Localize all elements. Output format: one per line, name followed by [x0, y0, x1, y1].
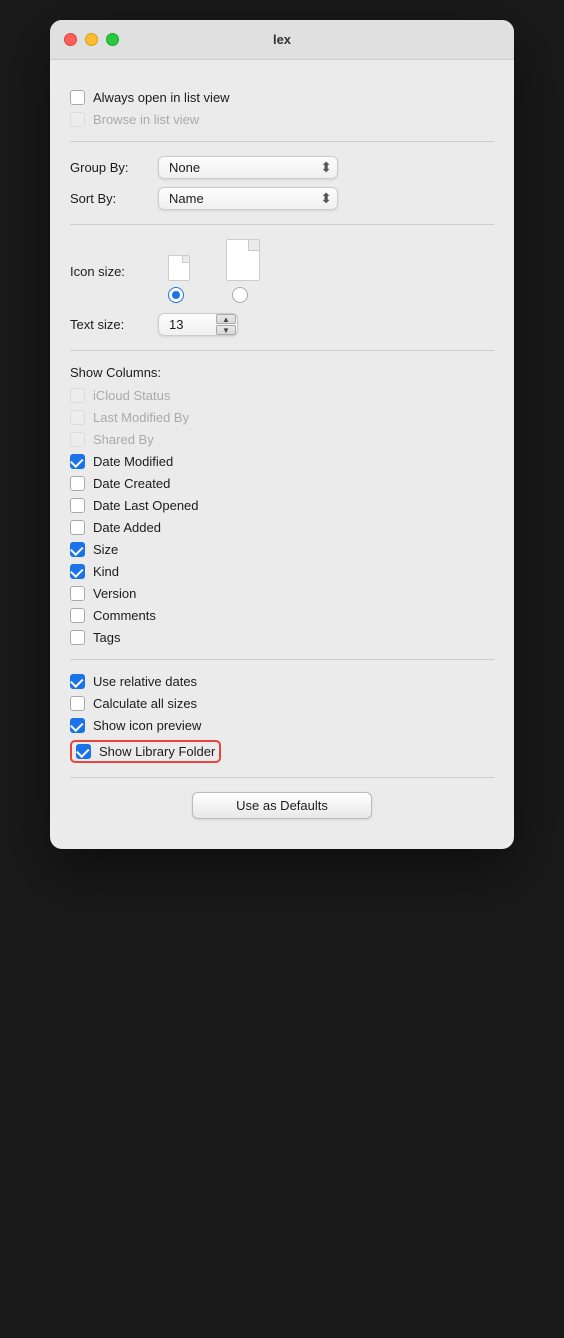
column-shared-by-checkbox[interactable]: [70, 432, 85, 447]
always-open-checkbox[interactable]: [70, 90, 85, 105]
option-use-relative-dates-checkbox[interactable]: [70, 674, 85, 689]
option-show-icon-preview-checkbox[interactable]: [70, 718, 85, 733]
option-calculate-all-sizes-checkbox[interactable]: [70, 696, 85, 711]
option-show-library-folder-highlighted: Show Library Folder: [70, 740, 221, 763]
option-show-library-folder-row: Show Library Folder: [70, 740, 494, 763]
text-size-increment-button[interactable]: ▲: [216, 314, 236, 324]
group-by-label: Group By:: [70, 160, 150, 175]
columns-section: Show Columns: iCloud Status Last Modifie…: [70, 351, 494, 660]
column-version-row: Version: [70, 586, 494, 601]
always-open-row: Always open in list view: [70, 90, 494, 105]
traffic-lights: [64, 33, 119, 46]
close-button[interactable]: [64, 33, 77, 46]
option-show-icon-preview-row: Show icon preview: [70, 718, 494, 733]
column-date-modified-label: Date Modified: [93, 454, 173, 469]
text-size-row: Text size: ▲ ▼: [70, 313, 494, 336]
show-columns-label: Show Columns:: [70, 365, 494, 380]
column-last-modified-by-checkbox[interactable]: [70, 410, 85, 425]
group-sort-section: Group By: None ⬍ Sort By: Name ⬍: [70, 142, 494, 225]
group-by-select[interactable]: None: [158, 156, 338, 179]
icon-size-section: Icon size: Text size:: [70, 225, 494, 351]
text-size-decrement-button[interactable]: ▼: [216, 325, 236, 335]
column-size-checkbox[interactable]: [70, 542, 85, 557]
browse-list-checkbox[interactable]: [70, 112, 85, 127]
window-title: lex: [273, 32, 291, 47]
sort-by-label: Sort By:: [70, 191, 150, 206]
icon-size-row: Icon size:: [70, 239, 494, 303]
option-calculate-all-sizes-label: Calculate all sizes: [93, 696, 197, 711]
group-by-select-wrapper: None ⬍: [158, 156, 338, 179]
column-date-created-label: Date Created: [93, 476, 170, 491]
column-shared-by-label: Shared By: [93, 432, 154, 447]
column-date-added-label: Date Added: [93, 520, 161, 535]
icon-large: [226, 239, 260, 281]
icon-size-controls: [168, 239, 260, 303]
option-use-relative-dates-row: Use relative dates: [70, 674, 494, 689]
icon-size-icons: [168, 239, 260, 281]
column-comments-row: Comments: [70, 608, 494, 623]
column-date-last-opened-row: Date Last Opened: [70, 498, 494, 513]
icon-size-label: Icon size:: [70, 264, 158, 279]
sort-by-select[interactable]: Name: [158, 187, 338, 210]
use-as-defaults-button[interactable]: Use as Defaults: [192, 792, 372, 819]
icon-small: [168, 255, 190, 281]
column-date-last-opened-label: Date Last Opened: [93, 498, 199, 513]
option-calculate-all-sizes-row: Calculate all sizes: [70, 696, 494, 711]
window: lex Always open in list view Browse in l…: [50, 20, 514, 849]
icon-size-radios: [168, 287, 260, 303]
browse-list-row: Browse in list view: [70, 112, 494, 127]
option-show-library-folder-label: Show Library Folder: [99, 744, 215, 759]
text-size-stepper-buttons: ▲ ▼: [216, 314, 236, 335]
text-size-stepper-wrapper: ▲ ▼: [158, 313, 238, 336]
column-tags-checkbox[interactable]: [70, 630, 85, 645]
column-tags-row: Tags: [70, 630, 494, 645]
column-size-label: Size: [93, 542, 118, 557]
column-kind-label: Kind: [93, 564, 119, 579]
always-open-label: Always open in list view: [93, 90, 230, 105]
sort-by-row: Sort By: Name ⬍: [70, 187, 494, 210]
column-kind-checkbox[interactable]: [70, 564, 85, 579]
column-version-checkbox[interactable]: [70, 586, 85, 601]
column-date-created-checkbox[interactable]: [70, 476, 85, 491]
column-size-row: Size: [70, 542, 494, 557]
column-icloud-status-row: iCloud Status: [70, 388, 494, 403]
group-by-row: Group By: None ⬍: [70, 156, 494, 179]
column-icloud-status-checkbox[interactable]: [70, 388, 85, 403]
column-comments-label: Comments: [93, 608, 156, 623]
column-kind-row: Kind: [70, 564, 494, 579]
minimize-button[interactable]: [85, 33, 98, 46]
column-comments-checkbox[interactable]: [70, 608, 85, 623]
option-show-icon-preview-label: Show icon preview: [93, 718, 201, 733]
column-shared-by-row: Shared By: [70, 432, 494, 447]
icon-size-radio-small[interactable]: [168, 287, 184, 303]
column-date-added-checkbox[interactable]: [70, 520, 85, 535]
maximize-button[interactable]: [106, 33, 119, 46]
column-date-modified-checkbox[interactable]: [70, 454, 85, 469]
option-use-relative-dates-label: Use relative dates: [93, 674, 197, 689]
column-date-modified-row: Date Modified: [70, 454, 494, 469]
column-date-last-opened-checkbox[interactable]: [70, 498, 85, 513]
column-date-added-row: Date Added: [70, 520, 494, 535]
defaults-section: Use as Defaults: [70, 778, 494, 833]
text-size-label: Text size:: [70, 317, 150, 332]
column-icloud-status-label: iCloud Status: [93, 388, 170, 403]
column-date-created-row: Date Created: [70, 476, 494, 491]
sort-by-select-wrapper: Name ⬍: [158, 187, 338, 210]
bottom-options-section: Use relative dates Calculate all sizes S…: [70, 660, 494, 778]
column-last-modified-by-label: Last Modified By: [93, 410, 189, 425]
column-version-label: Version: [93, 586, 136, 601]
titlebar: lex: [50, 20, 514, 60]
top-section: Always open in list view Browse in list …: [70, 76, 494, 142]
main-content: Always open in list view Browse in list …: [50, 60, 514, 849]
icon-size-radio-large[interactable]: [232, 287, 248, 303]
browse-list-label: Browse in list view: [93, 112, 199, 127]
column-tags-label: Tags: [93, 630, 120, 645]
option-show-library-folder-checkbox[interactable]: [76, 744, 91, 759]
column-last-modified-by-row: Last Modified By: [70, 410, 494, 425]
